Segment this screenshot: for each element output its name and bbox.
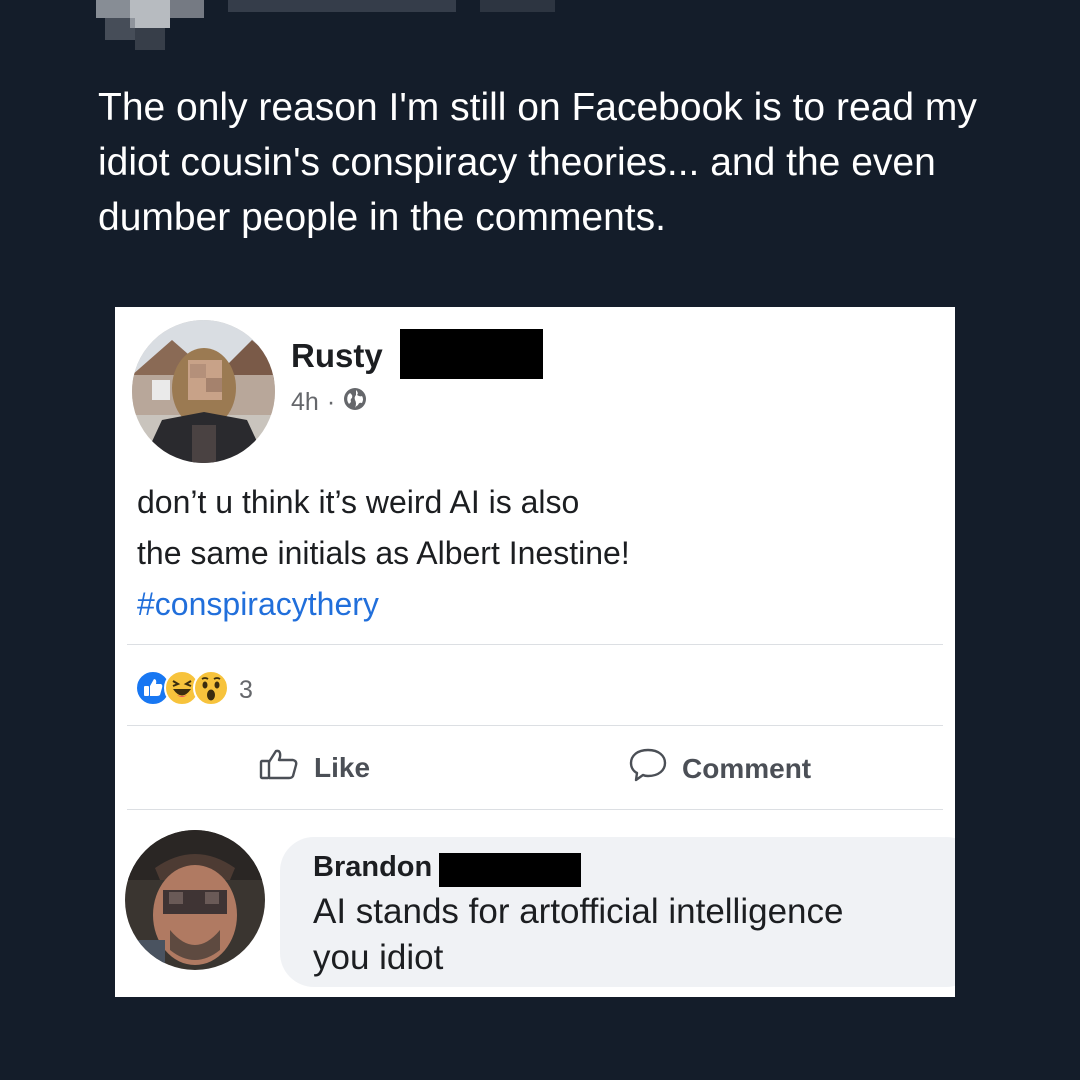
globe-icon (343, 387, 367, 418)
reaction-summary[interactable]: 3 (135, 670, 253, 711)
comment-label: Comment (682, 752, 812, 784)
commenter-name[interactable]: Brandon (313, 851, 432, 884)
speech-bubble-icon (628, 747, 668, 790)
post-body-line1: don’t u think it’s weird AI is also (137, 484, 580, 520)
comment-text-line2: you idiot (313, 938, 444, 977)
comment-text-line1: AI stands for artofficial intelligence (313, 892, 844, 931)
comment-button[interactable]: Comment (628, 747, 811, 790)
wow-reaction-icon (193, 670, 229, 711)
facebook-post-screenshot: Rusty 4h · don’t u think it’s weird AI i… (115, 307, 955, 997)
divider-middle (127, 725, 943, 726)
like-label: Like (314, 751, 371, 783)
comment-text: AI stands for artofficial intelligence y… (313, 889, 953, 981)
commenter-avatar (125, 830, 265, 970)
poster-avatar (132, 320, 275, 463)
hashtag-link[interactable]: #conspiracythery (137, 579, 897, 630)
divider-top (127, 644, 943, 645)
post-meta: 4h · (291, 387, 367, 418)
thumbs-up-icon (258, 747, 300, 788)
redacted-surname-bar (400, 329, 543, 379)
comment-bubble: Brandon AI stands for artofficial intell… (280, 837, 955, 987)
post-body-line2: the same initials as Albert Inestine! (137, 535, 630, 571)
meta-separator: · (326, 388, 336, 416)
tweet-text: The only reason I'm still on Facebook is… (98, 86, 977, 239)
divider-bottom (127, 809, 943, 810)
redacted-commenter-surname-bar (439, 853, 581, 887)
post-body: don’t u think it’s weird AI is also the … (137, 477, 897, 630)
reaction-count: 3 (239, 676, 253, 704)
post-timestamp[interactable]: 4h (291, 388, 319, 417)
like-button[interactable]: Like (258, 747, 370, 788)
poster-name[interactable]: Rusty (291, 337, 383, 375)
